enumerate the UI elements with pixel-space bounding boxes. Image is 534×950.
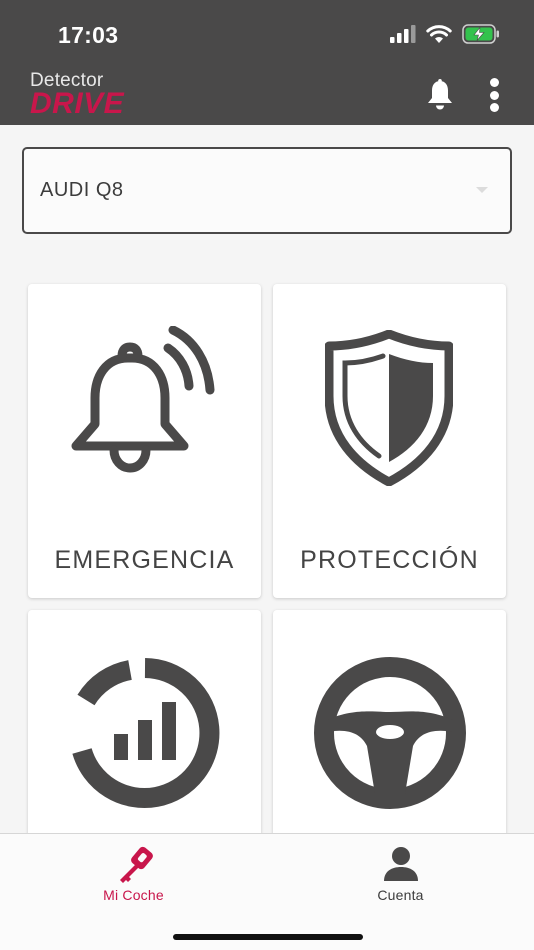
alarm-bell-icon bbox=[71, 326, 215, 473]
bottom-tab-bar: Mi Coche Cuenta bbox=[0, 833, 534, 950]
user-icon bbox=[384, 847, 418, 881]
car-key-icon bbox=[120, 846, 153, 883]
tab-mi-coche[interactable]: Mi Coche bbox=[0, 834, 267, 914]
vehicle-select-value: AUDI Q8 bbox=[40, 179, 124, 201]
status-time: 17:03 bbox=[58, 22, 119, 48]
status-icons bbox=[390, 24, 500, 44]
driving-card[interactable] bbox=[273, 610, 506, 840]
shield-icon bbox=[325, 330, 453, 486]
battery-charging-icon bbox=[462, 24, 499, 44]
home-indicator bbox=[173, 934, 363, 940]
emergency-card-label: EMERGENCIA bbox=[54, 546, 235, 574]
menu-dot bbox=[489, 103, 499, 112]
app-logo: Detector DRIVE bbox=[30, 71, 150, 120]
cellular-signal-icon bbox=[390, 25, 416, 43]
protection-card-label: PROTECCIÓN bbox=[300, 546, 479, 574]
signal-gauge-icon bbox=[72, 658, 220, 808]
protection-card[interactable]: PROTECCIÓN bbox=[273, 284, 506, 598]
steering-wheel-icon bbox=[314, 657, 466, 809]
more-options-button[interactable] bbox=[482, 76, 506, 114]
chevron-down-icon bbox=[476, 187, 488, 193]
tab-cuenta[interactable]: Cuenta bbox=[267, 834, 534, 914]
tab-label: Mi Coche bbox=[103, 887, 164, 903]
logo-text-bottom: DRIVE bbox=[30, 87, 125, 120]
signal-card[interactable] bbox=[28, 610, 261, 840]
menu-dot bbox=[489, 90, 499, 100]
emergency-card[interactable]: EMERGENCIA bbox=[28, 284, 261, 598]
vehicle-select[interactable]: AUDI Q8 bbox=[22, 147, 512, 234]
notifications-button[interactable] bbox=[424, 78, 456, 112]
bell-icon bbox=[428, 79, 452, 110]
more-vertical-icon bbox=[489, 78, 499, 87]
wifi-icon bbox=[426, 24, 452, 43]
tab-label: Cuenta bbox=[377, 887, 424, 903]
app-header: 17:03 Detector DRIVE bbox=[0, 0, 534, 125]
